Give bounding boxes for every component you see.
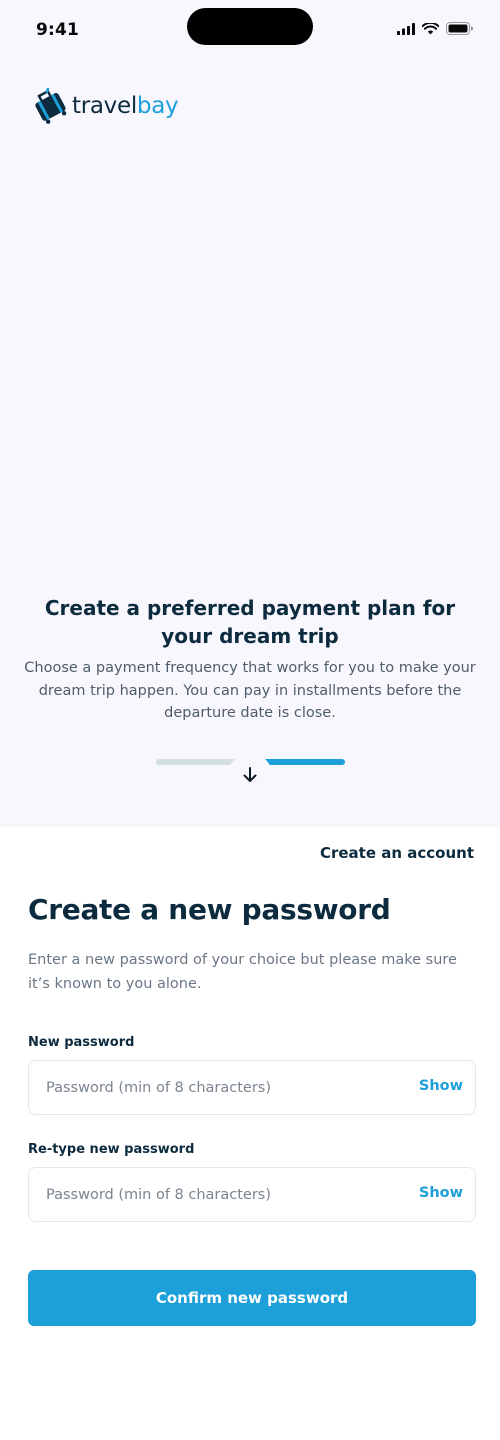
retype-password-show-toggle[interactable]: Show xyxy=(419,1185,463,1201)
battery-icon xyxy=(446,22,473,35)
new-password-field: Show xyxy=(28,1060,476,1115)
page-title: Create a new password xyxy=(28,893,391,926)
status-bar: 9:41 xyxy=(0,0,500,60)
retype-password-input[interactable] xyxy=(46,1168,406,1221)
new-password-label: New password xyxy=(28,1035,135,1050)
brand-name-part2: bay xyxy=(136,93,179,119)
status-icons xyxy=(397,22,473,35)
retype-password-label: Re-type new password xyxy=(28,1142,195,1157)
carousel-step-2-indicator[interactable] xyxy=(258,759,345,765)
hero-section: 9:41 travelbay Create a preferred paymen… xyxy=(0,0,500,827)
new-password-input[interactable] xyxy=(46,1061,406,1114)
form-description: Enter a new password of your choice but … xyxy=(28,952,457,992)
new-password-show-toggle[interactable]: Show xyxy=(419,1078,463,1094)
wifi-icon xyxy=(422,22,439,34)
suitcase-icon xyxy=(35,88,67,124)
brand-name-part1: travel xyxy=(72,93,137,119)
arrow-down-icon xyxy=(243,767,257,782)
hero-title: Create a preferred payment plan for your… xyxy=(44,596,456,648)
scroll-down-button[interactable] xyxy=(228,753,272,797)
status-time: 9:41 xyxy=(36,20,80,40)
hero-description: Choose a payment frequency that works fo… xyxy=(24,660,476,721)
retype-password-field: Show xyxy=(28,1167,476,1222)
cellular-signal-icon xyxy=(397,22,415,35)
dynamic-island xyxy=(187,8,313,45)
confirm-new-password-button[interactable]: Confirm new password xyxy=(28,1270,476,1326)
travelbay-logo: travelbay xyxy=(30,88,179,124)
create-account-link[interactable]: Create an account xyxy=(320,844,474,862)
brand-name: travelbay xyxy=(72,88,179,124)
